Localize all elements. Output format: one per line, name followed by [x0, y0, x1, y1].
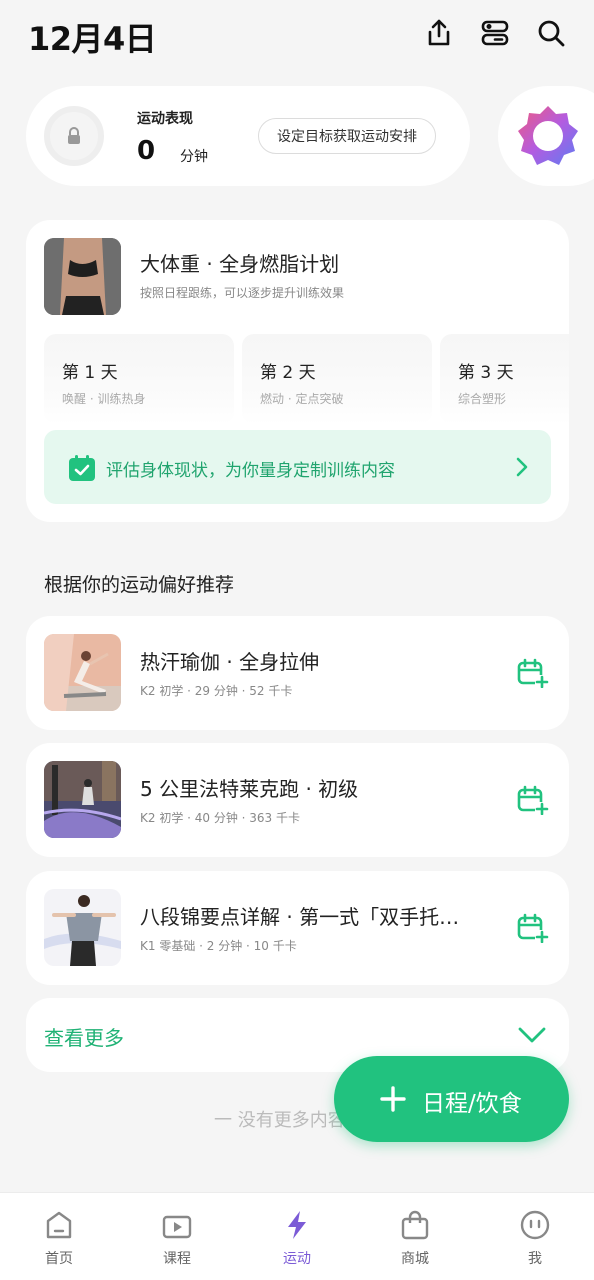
share-icon[interactable]: [424, 18, 454, 48]
day-card[interactable]: 第 2 天 燃动 · 定点突破: [242, 334, 432, 424]
course-card[interactable]: 八段锦要点详解 · 第一式「双手托… K1 零基础 · 2 分钟 · 10 千卡: [26, 871, 569, 985]
training-plan-card[interactable]: 大体重 · 全身燃脂计划 按照日程跟练，可以逐步提升训练效果 第 1 天 唤醒 …: [26, 220, 569, 522]
bottom-tab-bar: 首页 课程 运动 商城 我: [0, 1192, 594, 1280]
day-card[interactable]: 第 1 天 唤醒 · 训练热身: [44, 334, 234, 424]
course-thumbnail: [44, 889, 121, 966]
tab-me[interactable]: 我: [476, 1193, 594, 1280]
performance-label: 运动表现: [137, 111, 193, 127]
home-icon: [46, 1211, 72, 1239]
course-card[interactable]: 热汗瑜伽 · 全身拉伸 K2 初学 · 29 分钟 · 52 千卡: [26, 616, 569, 730]
plan-subtitle: 按照日程跟练，可以逐步提升训练效果: [140, 286, 345, 300]
course-thumbnail: [44, 634, 121, 711]
tab-shop[interactable]: 商城: [356, 1193, 474, 1280]
play-icon: [162, 1215, 192, 1239]
day-card[interactable]: 第 3 天 综合塑形: [440, 334, 569, 424]
add-to-calendar-icon[interactable]: [517, 913, 549, 943]
lightning-icon: [288, 1211, 306, 1239]
add-to-calendar-icon[interactable]: [517, 785, 549, 815]
tab-label: 我: [528, 1251, 542, 1267]
course-meta: K1 零基础 · 2 分钟 · 10 千卡: [140, 939, 297, 953]
day-subtitle: 燃动 · 定点突破: [260, 392, 344, 406]
course-thumbnail: [44, 761, 121, 838]
tab-home[interactable]: 首页: [0, 1193, 118, 1280]
course-meta: K2 初学 · 40 分钟 · 363 千卡: [140, 811, 301, 825]
face-icon: [520, 1210, 550, 1240]
tab-label: 运动: [283, 1251, 311, 1267]
plan-title: 大体重 · 全身燃脂计划: [140, 252, 340, 276]
search-icon[interactable]: [536, 18, 566, 48]
schedule-diet-fab[interactable]: 日程/饮食: [334, 1056, 569, 1142]
course-meta: K2 初学 · 29 分钟 · 52 千卡: [140, 684, 293, 698]
calendar-check-icon: [69, 455, 95, 481]
date-title: 12月4日: [28, 20, 157, 58]
tab-label: 课程: [163, 1251, 191, 1267]
performance-value: 0: [137, 136, 156, 166]
day-title: 第 3 天: [458, 363, 514, 383]
chevron-down-icon: [518, 1027, 546, 1043]
performance-unit: 分钟: [180, 149, 208, 165]
tab-courses[interactable]: 课程: [118, 1193, 236, 1280]
lock-icon: [68, 127, 80, 144]
progress-ring: [44, 106, 104, 166]
tab-sports[interactable]: 运动: [238, 1193, 356, 1280]
day-title: 第 1 天: [62, 363, 118, 383]
course-card[interactable]: 5 公里法特莱克跑 · 初级 K2 初学 · 40 分钟 · 363 千卡: [26, 743, 569, 857]
end-of-list-text: 一 没有更多内容: [214, 1110, 346, 1131]
tab-label: 商城: [401, 1251, 429, 1267]
top-bar: 12月4日: [0, 0, 594, 70]
day-subtitle: 综合塑形: [458, 392, 507, 406]
day-list: 第 1 天 唤醒 · 训练热身 第 2 天 燃动 · 定点突破 第 3 天 综合…: [44, 334, 569, 424]
day-title: 第 2 天: [260, 363, 316, 383]
course-title: 热汗瑜伽 · 全身拉伸: [140, 650, 320, 674]
course-title: 5 公里法特莱克跑 · 初级: [140, 777, 359, 801]
tab-label: 首页: [45, 1251, 73, 1267]
day-subtitle: 唤醒 · 训练热身: [62, 392, 146, 406]
section-title: 根据你的运动偏好推荐: [44, 574, 235, 596]
server-toggle-icon[interactable]: [480, 18, 510, 48]
add-to-calendar-icon[interactable]: [517, 658, 549, 688]
assess-text: 评估身体现状，为你量身定制训练内容: [106, 461, 395, 481]
set-goal-button[interactable]: 设定目标获取运动安排: [258, 118, 436, 154]
performance-card[interactable]: 运动表现 0 分钟 设定目标获取运动安排: [26, 86, 470, 186]
see-more-label: 查看更多: [44, 1026, 124, 1050]
badge-flower-icon: [518, 106, 578, 165]
assess-banner[interactable]: 评估身体现状，为你量身定制训练内容: [44, 430, 551, 504]
course-title: 八段锦要点详解 · 第一式「双手托…: [140, 905, 460, 929]
plus-icon: [380, 1086, 406, 1112]
chevron-right-icon: [516, 457, 528, 477]
plan-thumbnail: [44, 238, 121, 315]
avatar-card[interactable]: [498, 86, 594, 186]
shop-bag-icon: [401, 1210, 429, 1240]
fab-label: 日程/饮食: [422, 1091, 522, 1117]
